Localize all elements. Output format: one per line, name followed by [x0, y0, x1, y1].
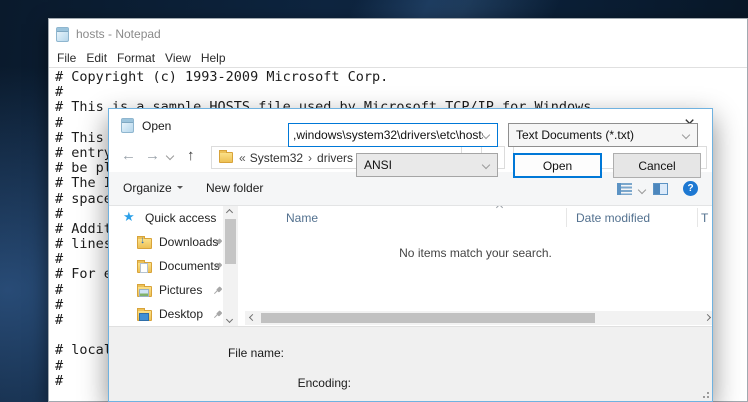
open-dialog: Open × ← → ↑ « System32 › drivers › etc … [108, 108, 713, 402]
horizontal-scrollbar[interactable] [245, 311, 712, 325]
encoding-label: Encoding: [251, 376, 351, 390]
sidebar-item[interactable]: Quick access [109, 206, 223, 230]
notepad-titlebar[interactable]: hosts - Notepad [49, 19, 747, 49]
file-list[interactable]: Name Date modified T No items match your… [239, 206, 712, 326]
sidebar-item-label: Downloads [159, 235, 218, 249]
sidebar-item-icon [137, 310, 152, 321]
column-header-type[interactable]: T [701, 206, 708, 229]
view-list-icon[interactable] [617, 183, 632, 195]
notepad-text-line: # [55, 85, 747, 100]
breadcrumb-overflow[interactable]: « [239, 151, 248, 165]
sidebar-item-label: Pictures [159, 283, 202, 297]
back-icon[interactable]: ← [121, 147, 136, 164]
column-separator[interactable] [697, 208, 698, 227]
notepad-menu-item[interactable]: Format [112, 51, 160, 65]
organize-button[interactable]: Organize [123, 181, 183, 195]
breadcrumb-segment[interactable]: drivers [315, 151, 355, 165]
notepad-text-line: # Copyright (c) 1993-2009 Microsoft Corp… [55, 70, 747, 85]
notepad-window-title: hosts - Notepad [76, 27, 161, 41]
file-name-input[interactable] [289, 128, 483, 142]
encoding-select[interactable]: ANSI [356, 153, 498, 177]
chevron-down-icon [177, 186, 183, 192]
pin-icon [211, 284, 224, 297]
sidebar-item[interactable]: Desktop [109, 302, 223, 326]
sidebar-scrollbar[interactable] [223, 206, 238, 326]
resize-grip[interactable] [707, 396, 709, 398]
notepad-app-icon [56, 27, 69, 42]
up-icon[interactable]: ↑ [187, 147, 195, 164]
cancel-button[interactable]: Cancel [613, 153, 701, 178]
open-button[interactable]: Open [513, 153, 602, 178]
file-type-select[interactable]: Text Documents (*.txt) [508, 123, 698, 147]
preview-pane-icon[interactable] [653, 183, 668, 195]
scrollbar-thumb[interactable] [261, 313, 595, 323]
column-separator[interactable] [566, 208, 567, 227]
notepad-menu-item[interactable]: File [52, 51, 81, 65]
open-dialog-title: Open [142, 119, 171, 133]
help-button[interactable]: ? [683, 181, 698, 196]
dialog-content: Quick access Downloads Documents [109, 206, 712, 326]
sidebar-item[interactable]: Pictures [109, 278, 223, 302]
encoding-value: ANSI [357, 158, 392, 172]
sidebar-item-icon [137, 286, 152, 297]
empty-results-message: No items match your search. [239, 246, 712, 260]
forward-icon[interactable]: → [145, 147, 160, 164]
scroll-down-icon[interactable] [226, 316, 233, 323]
sidebar-item[interactable]: Downloads [109, 230, 223, 254]
view-options-chevron-icon[interactable] [638, 186, 646, 194]
file-name-label: File name: [184, 346, 284, 360]
recent-locations-chevron-icon[interactable] [166, 152, 174, 160]
breadcrumb-segment[interactable]: System32 [248, 151, 305, 165]
breadcrumb-separator-icon: › [305, 151, 315, 165]
chevron-down-icon[interactable] [482, 131, 490, 139]
navigation-sidebar: Quick access Downloads Documents [109, 206, 223, 326]
new-folder-button[interactable]: New folder [206, 181, 263, 195]
sidebar-item[interactable]: Documents [109, 254, 223, 278]
sidebar-item-icon [137, 238, 152, 249]
scroll-left-icon[interactable] [249, 314, 256, 321]
file-type-value: Text Documents (*.txt) [509, 128, 634, 142]
sidebar-item-icon [137, 262, 152, 273]
column-header-date-modified[interactable]: Date modified [576, 206, 650, 229]
sidebar-item-label: Desktop [159, 307, 203, 321]
chevron-down-icon [482, 161, 490, 169]
notepad-menubar: FileEditFormatViewHelp [49, 49, 747, 68]
notepad-app-icon [121, 118, 134, 133]
chevron-down-icon [682, 131, 690, 139]
scroll-up-icon[interactable] [226, 209, 233, 216]
sidebar-item-icon [123, 212, 138, 225]
scroll-right-icon[interactable] [704, 314, 711, 321]
file-name-combobox [288, 123, 498, 147]
sort-ascending-icon [496, 206, 503, 211]
scrollbar-thumb[interactable] [225, 219, 236, 264]
sidebar-item-label: Quick access [145, 211, 216, 225]
notepad-menu-item[interactable]: Edit [81, 51, 112, 65]
dialog-footer [109, 326, 712, 401]
column-header-name[interactable]: Name [286, 206, 318, 229]
notepad-menu-item[interactable]: Help [196, 51, 231, 65]
notepad-menu-item[interactable]: View [160, 51, 196, 65]
folder-icon [219, 152, 233, 163]
pin-icon [211, 308, 224, 321]
organize-label: Organize [123, 181, 172, 195]
